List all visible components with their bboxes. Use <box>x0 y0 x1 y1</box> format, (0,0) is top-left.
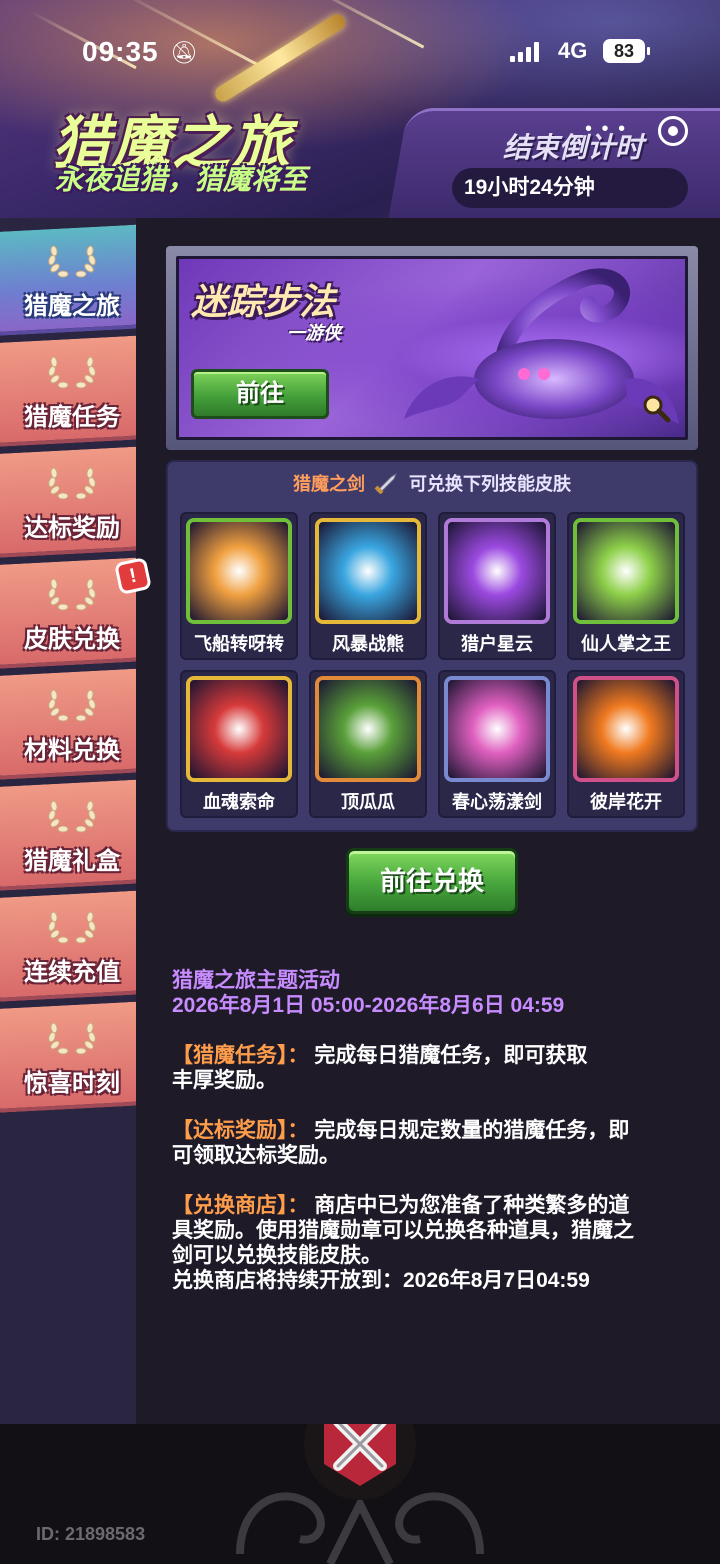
cactus-icon <box>573 518 679 624</box>
skin-name: 猎户星云 <box>461 634 533 654</box>
sidebar-item[interactable]: 连续充值 <box>0 890 144 1002</box>
sword-currency-label: 猎魔之剑 <box>292 474 365 494</box>
status-bar: 09:35 🔕︎ 4G 83 <box>0 36 720 70</box>
countdown-value: 19小时24分钟 <box>452 168 688 208</box>
laurel-icon <box>45 353 99 389</box>
sidebar-item[interactable]: 猎魔礼盒 <box>0 779 144 891</box>
sidebar-item-label: 达标奖励 <box>24 515 120 542</box>
storm-bear-icon <box>315 518 421 624</box>
activity-period: 2026年8月1日 05:00-2026年8月6日 04:59 <box>172 994 565 1017</box>
nebula-icon <box>444 518 550 624</box>
skin-card[interactable]: 彼岸花开 <box>567 670 685 818</box>
skill-banner: 迷踪步法 一游侠 前往 <box>166 246 698 450</box>
skin-card[interactable]: 仙人掌之王 <box>567 512 685 660</box>
skin-name: 春心荡漾剑 <box>452 792 542 812</box>
sidebar-item[interactable]: 惊喜时刻 <box>0 1001 144 1113</box>
footer: ID: 21898583 <box>0 1424 720 1564</box>
skin-name: 仙人掌之王 <box>581 634 671 654</box>
flame-flower-icon <box>573 676 679 782</box>
main-content: 迷踪步法 一游侠 前往 猎魔之剑 可兑换下列技能皮肤 飞船转呀转 风暴战熊 猎户星云… <box>136 218 720 1448</box>
header-banner: 09:35 🔕︎ 4G 83 猎魔之旅 永夜追猎，猎魔将至 结束倒计时 • • … <box>0 0 720 218</box>
watermelon-icon <box>315 676 421 782</box>
skin-card[interactable]: 春心荡漾剑 <box>438 670 556 818</box>
magnify-icon[interactable] <box>641 393 671 423</box>
skin-name: 飞船转呀转 <box>194 634 284 654</box>
laurel-icon <box>45 797 99 833</box>
section-text: 完成每日规定数量的猎魔任务，即 <box>314 1119 630 1142</box>
skill-banner-art: 迷踪步法 一游侠 前往 <box>176 256 688 440</box>
sidebar-item-label: 材料兑换 <box>24 737 120 764</box>
laurel-icon <box>45 575 99 611</box>
store-open-until: 兑换商店将持续开放到：2026年8月7日04:59 <box>172 1269 590 1292</box>
dagger-icon <box>374 472 398 494</box>
skin-panel-header: 猎魔之剑 可兑换下列技能皮肤 <box>168 470 696 496</box>
signal-icon <box>510 42 539 62</box>
skin-card[interactable]: 顶瓜瓜 <box>309 670 427 818</box>
skill-class: 一游侠 <box>287 323 341 343</box>
exchange-button[interactable]: 前往兑换 <box>346 848 518 914</box>
skin-card[interactable]: 风暴战熊 <box>309 512 427 660</box>
activity-description: 猎魔之旅主题活动 2026年8月1日 05:00-2026年8月6日 04:59… <box>172 968 692 1293</box>
section-text: 具奖励。使用猎魔勋章可以兑换各种道具，猎魔之 <box>172 1219 634 1242</box>
section-text: 剑可以兑换技能皮肤。 <box>172 1244 382 1267</box>
spaceship-icon <box>186 518 292 624</box>
sidebar-item-label: 猎魔礼盒 <box>24 848 120 875</box>
section-heading: 【达标奖励】： <box>172 1119 309 1142</box>
close-target-icon[interactable] <box>658 116 688 146</box>
status-time: 09:35 <box>82 36 159 67</box>
skin-name: 风暴战熊 <box>332 634 404 654</box>
section-heading: 【兑换商店】： <box>172 1194 309 1217</box>
sidebar-item-label: 惊喜时刻 <box>24 1070 120 1097</box>
skill-title: 迷踪步法 <box>191 281 336 322</box>
event-subtitle: 永夜追猎，猎魔将至 <box>55 164 308 195</box>
battery-icon: 83 <box>603 39 650 63</box>
laurel-icon <box>45 908 99 944</box>
sidebar-item[interactable]: 猎魔任务 <box>0 335 144 447</box>
section-text: 商店中已为您准备了种类繁多的道 <box>314 1194 630 1217</box>
scorpion-icon <box>404 268 679 424</box>
sidebar-item-label: 连续充值 <box>24 959 120 986</box>
sidebar-item[interactable]: 达标奖励 <box>0 446 144 558</box>
more-dots-icon[interactable]: • • • <box>585 118 627 141</box>
skin-name: 顶瓜瓜 <box>341 792 395 812</box>
network-type: 4G <box>558 38 588 63</box>
skin-name: 血魂索命 <box>203 792 275 812</box>
sidebar-item[interactable]: 猎魔之旅 <box>0 224 144 336</box>
game-logo-icon <box>304 1424 416 1500</box>
laurel-icon <box>45 686 99 722</box>
skin-card[interactable]: 飞船转呀转 <box>180 512 298 660</box>
section-text: 可领取达标奖励。 <box>172 1144 340 1167</box>
laurel-icon <box>45 1019 99 1055</box>
skin-card[interactable]: 猎户星云 <box>438 512 556 660</box>
sidebar-item-label: 皮肤兑换 <box>24 626 120 653</box>
sidebar-item-label: 猎魔任务 <box>24 404 120 431</box>
section-text: 丰厚奖励。 <box>172 1069 277 1092</box>
blood-soul-icon <box>186 676 292 782</box>
laurel-icon <box>45 242 99 278</box>
activity-title: 猎魔之旅主题活动 <box>172 969 340 992</box>
mute-bell-icon: 🔕︎ <box>170 40 198 65</box>
section-text: 完成每日猎魔任务，即可获取 <box>314 1044 588 1067</box>
section-heading: 【猎魔任务】： <box>172 1044 309 1067</box>
skin-exchange-panel: 猎魔之剑 可兑换下列技能皮肤 飞船转呀转 风暴战熊 猎户星云 仙人掌之王血魂索命 顶瓜瓜… <box>166 460 698 832</box>
sidebar-item[interactable]: 材料兑换 <box>0 668 144 780</box>
user-id: ID: 21898583 <box>36 1524 146 1544</box>
sidebar-item-label: 猎魔之旅 <box>24 293 120 320</box>
skin-card[interactable]: 血魂索命 <box>180 670 298 818</box>
skin-name: 彼岸花开 <box>590 792 662 812</box>
go-button[interactable]: 前往 <box>191 369 329 419</box>
laurel-icon <box>45 464 99 500</box>
skin-panel-text: 可兑换下列技能皮肤 <box>409 474 572 494</box>
heart-sword-icon <box>444 676 550 782</box>
